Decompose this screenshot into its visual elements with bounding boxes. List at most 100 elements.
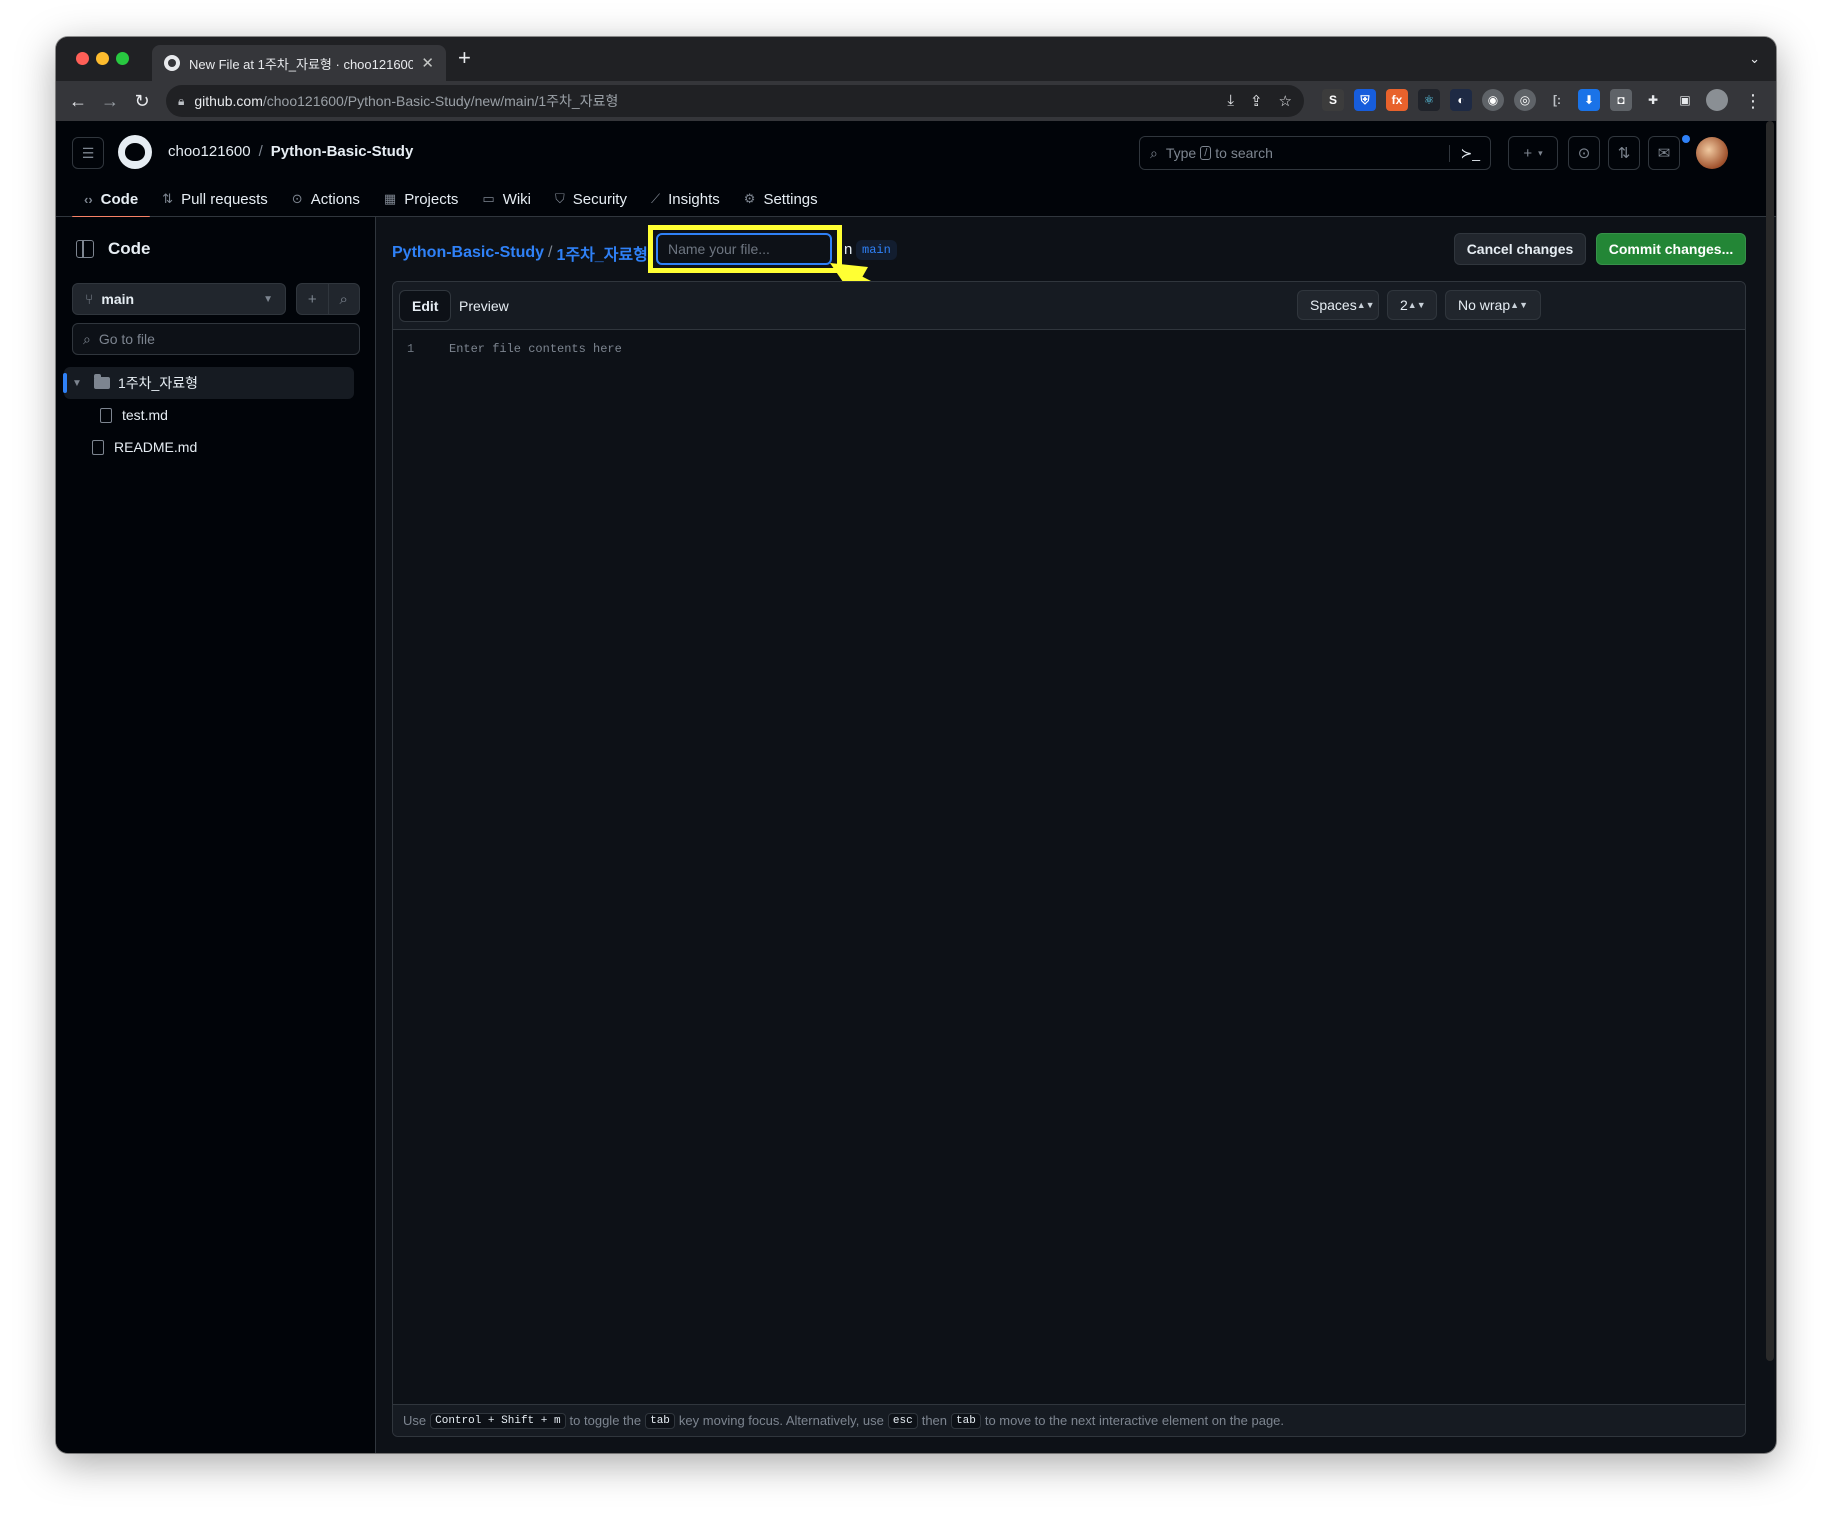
page-scrollbar[interactable] <box>1766 121 1774 1361</box>
owner-link[interactable]: choo121600 <box>168 143 251 160</box>
wrap-mode-value: No wrap <box>1458 297 1511 313</box>
tab-projects[interactable]: ▦ Projects <box>372 181 470 217</box>
browser-toolbar: ← → ↻ 🔒︎ github.com/choo121600/Python-Ba… <box>56 81 1776 121</box>
side-panel-icon[interactable]: ▣ <box>1674 89 1696 111</box>
tab-security[interactable]: ⛉ Security <box>543 181 639 217</box>
tab-actions[interactable]: ⊙ Actions <box>280 181 372 217</box>
github-favicon-icon <box>164 55 180 71</box>
hamburger-menu-icon[interactable]: ☰ <box>72 137 104 169</box>
user-avatar[interactable] <box>1696 137 1728 169</box>
tree-item-file[interactable]: test.md <box>64 399 354 431</box>
code-icon: ‹› <box>84 191 93 207</box>
address-bar[interactable]: 🔒︎ github.com/choo121600/Python-Basic-St… <box>166 85 1304 117</box>
search-suffix: to search <box>1215 145 1273 161</box>
back-icon[interactable]: ← <box>62 91 94 112</box>
extension-camera-icon[interactable]: ◘ <box>1610 89 1632 111</box>
cancel-changes-button[interactable]: Cancel changes <box>1454 233 1586 265</box>
tree-item-file[interactable]: README.md <box>64 431 354 463</box>
issues-icon[interactable]: ⊙ <box>1568 136 1600 170</box>
hint-key: tab <box>951 1412 981 1429</box>
create-new-button[interactable]: + ▾ <box>1508 136 1558 170</box>
minimize-window-button[interactable] <box>96 52 109 65</box>
chevron-down-icon[interactable]: ▼ <box>72 378 88 389</box>
extension-bracket-icon[interactable]: [: <box>1546 89 1568 111</box>
tab-wiki[interactable]: ▭ Wiki <box>470 181 543 217</box>
caret-down-icon: ▾ <box>1538 147 1543 158</box>
tab-pull-requests[interactable]: ⇅ Pull requests <box>150 181 280 217</box>
browser-menu-icon[interactable]: ⋮ <box>1744 91 1762 112</box>
repo-link[interactable]: Python-Basic-Study <box>271 143 414 160</box>
graph-icon: ⟋ <box>650 191 661 206</box>
tree-item-label: test.md <box>122 407 168 423</box>
breadcrumb-folder-link[interactable]: 1주차_자료형 <box>556 241 647 265</box>
nav-label: Pull requests <box>181 190 268 208</box>
tab-edit[interactable]: Edit <box>399 290 452 322</box>
extensions-puzzle-icon[interactable]: ✚ <box>1642 89 1664 111</box>
extension-fx-icon[interactable]: fx <box>1386 89 1408 111</box>
hint-key: esc <box>887 1412 918 1429</box>
collapse-sidebar-icon[interactable] <box>76 240 94 258</box>
tab-preview[interactable]: Preview <box>447 290 521 322</box>
maximize-window-button[interactable] <box>116 52 129 65</box>
code-editor: Edit Preview Spaces ▲▼ 2 ▲▼ No wrap ▲▼ 1… <box>392 281 1746 1437</box>
close-window-button[interactable] <box>76 52 89 65</box>
extension-circle-icon[interactable]: ◉ <box>1482 89 1504 111</box>
bookmark-star-icon[interactable]: ☆ <box>1279 92 1292 110</box>
branch-selector[interactable]: ⑂ main ▼ <box>72 283 286 315</box>
extension-react-icon[interactable]: ⚛ <box>1418 89 1440 111</box>
url-host: github.com <box>194 93 263 109</box>
code-textarea[interactable]: 1 Enter file contents here <box>393 330 1745 1404</box>
search-shortcut-key: / <box>1200 146 1212 160</box>
tab-search-chevron-icon[interactable]: ⌄ <box>1749 51 1760 67</box>
tab-insights[interactable]: ⟋ Insights <box>639 181 732 217</box>
hint-text: then <box>921 1413 948 1428</box>
reload-icon[interactable]: ↻ <box>126 91 158 112</box>
plus-icon: + <box>1523 144 1533 162</box>
extension-download-icon[interactable]: ⬇ <box>1578 89 1600 111</box>
extension-bitwarden-icon[interactable]: ⛨ <box>1354 89 1376 111</box>
commit-changes-button[interactable]: Commit changes... <box>1596 233 1746 265</box>
file-icon <box>100 407 112 423</box>
breadcrumb-repo-link[interactable]: Python-Basic-Study <box>392 244 544 262</box>
install-icon[interactable]: ⤓ <box>1227 92 1234 110</box>
tree-item-label: README.md <box>114 439 198 455</box>
new-tab-icon[interactable]: + <box>458 47 471 69</box>
pull-request-icon: ⇅ <box>162 191 174 206</box>
extension-s-icon[interactable]: S <box>1322 89 1344 111</box>
share-icon[interactable]: ⇪ <box>1250 92 1263 110</box>
github-logo-icon[interactable] <box>118 135 152 169</box>
wrap-mode-select[interactable]: No wrap ▲▼ <box>1445 290 1541 320</box>
command-palette-icon[interactable]: ≻_ <box>1449 144 1480 162</box>
github-header: ☰ choo121600 / Python-Basic-Study ⌕ Type… <box>56 121 1776 218</box>
close-tab-icon[interactable]: ✕ <box>421 54 434 72</box>
global-search-input[interactable]: ⌕ Type / to search ≻_ <box>1139 136 1491 170</box>
editor-toolbar: Edit Preview Spaces ▲▼ 2 ▲▼ No wrap ▲▼ <box>393 282 1745 330</box>
code-placeholder: Enter file contents here <box>449 342 622 356</box>
inbox-icon[interactable]: ✉ <box>1648 136 1680 170</box>
tab-settings[interactable]: ⚙ Settings <box>732 181 830 217</box>
file-icon <box>92 439 104 455</box>
go-to-file-input[interactable]: ⌕ Go to file <box>72 323 360 355</box>
add-file-icon[interactable]: + <box>297 284 328 314</box>
browser-tab[interactable]: New File at 1주차_자료형 · choo121600 ✕ <box>152 45 446 81</box>
search-files-icon[interactable]: ⌕ <box>327 284 360 314</box>
profile-avatar[interactable] <box>1706 89 1728 111</box>
indent-size-select[interactable]: 2 ▲▼ <box>1387 290 1437 320</box>
git-branch-icon: ⑂ <box>85 291 94 307</box>
browser-window: New File at 1주차_자료형 · choo121600 ✕ + ⌄ ←… <box>56 37 1776 1453</box>
hint-text: to toggle the <box>569 1413 642 1428</box>
table-icon: ▦ <box>383 191 397 206</box>
omnibox-actions: ⤓ ⇪ ☆ <box>1227 92 1292 110</box>
extension-dark-icon[interactable]: ◐ <box>1450 89 1472 111</box>
forward-icon[interactable]: → <box>94 91 126 112</box>
filename-input[interactable] <box>656 233 832 265</box>
tree-item-label: 1주차_자료형 <box>118 375 198 391</box>
tree-item-folder[interactable]: ▼ 1주차_자료형 <box>63 367 354 399</box>
extension-target-icon[interactable]: ◎ <box>1514 89 1536 111</box>
tab-code[interactable]: ‹› Code <box>72 181 151 218</box>
indent-mode-select[interactable]: Spaces ▲▼ <box>1297 290 1379 320</box>
pull-requests-header-icon[interactable]: ⇅ <box>1608 136 1640 170</box>
repo-context: choo121600 / Python-Basic-Study <box>168 143 413 160</box>
notification-dot <box>1682 135 1690 143</box>
nav-label: Insights <box>668 190 720 208</box>
